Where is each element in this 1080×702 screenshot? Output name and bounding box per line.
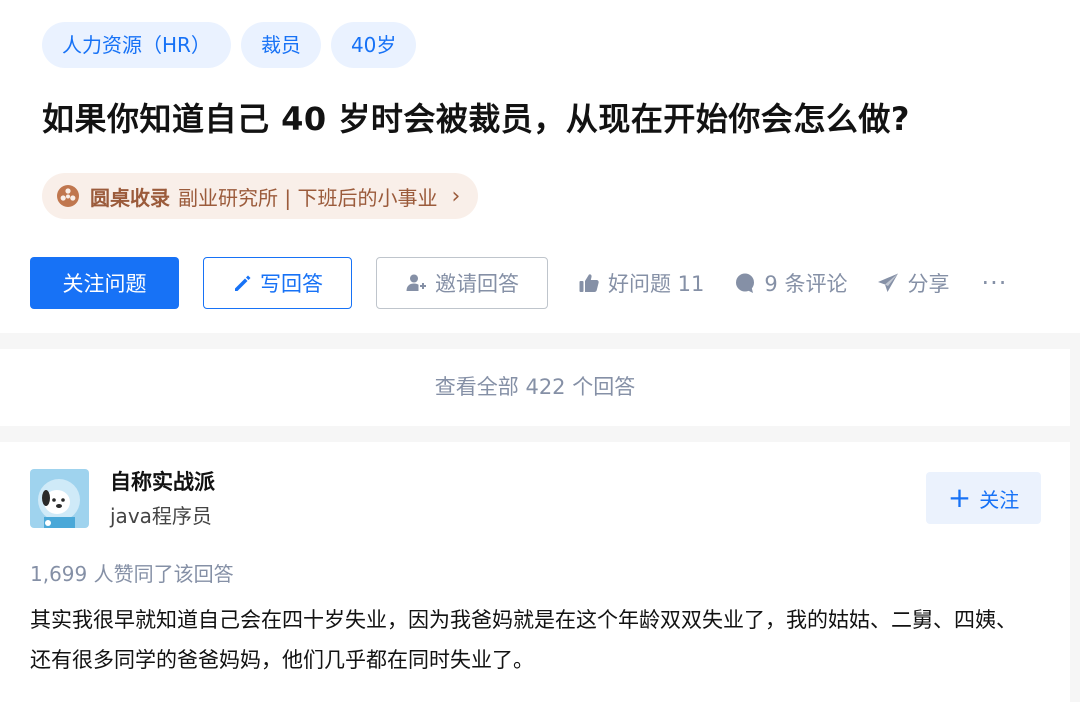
roundtable-icon	[57, 185, 79, 207]
view-all-card: 查看全部 422 个回答	[0, 349, 1070, 426]
follow-question-label: 关注问题	[62, 272, 147, 296]
topic-tags: 人力资源（HR） 裁员 40岁	[42, 22, 417, 68]
comments-label: 9 条评论	[764, 272, 848, 296]
more-options-button[interactable]: ···	[981, 269, 1007, 297]
good-question-label: 好问题 11	[608, 272, 705, 296]
view-all-answers-link[interactable]: 查看全部 422 个回答	[0, 349, 1070, 426]
question-actions: 关注问题 写回答 邀请回答 好问题 11 9 条评论 分享 ···	[30, 257, 1007, 309]
invite-answer-label: 邀请回答	[435, 272, 519, 296]
add-user-icon	[406, 274, 426, 291]
share-button[interactable]: 分享	[877, 268, 949, 298]
answer-content: 其实我很早就知道自己会在四十岁失业，因为我爸妈就是在这个年龄双双失业了，我的姑姑…	[30, 608, 1017, 672]
share-label: 分享	[907, 272, 950, 296]
write-answer-label: 写回答	[260, 272, 323, 296]
follow-author-label: 关注	[979, 487, 1020, 512]
comment-icon	[736, 273, 755, 293]
topic-tag-layoff[interactable]: 裁员	[240, 22, 321, 68]
good-question-button[interactable]: 好问题 11	[578, 268, 704, 298]
comments-button[interactable]: 9 条评论	[734, 268, 847, 298]
author-bio: java程序员	[110, 504, 212, 528]
follow-question-button[interactable]: 关注问题	[30, 257, 179, 309]
vote-count: 1,699 人赞同了该回答	[30, 562, 234, 586]
question-title: 如果你知道自己 40 岁时会被裁员，从现在开始你会怎么做?	[42, 100, 910, 138]
plus-icon: +	[947, 481, 972, 514]
avatar-image	[30, 469, 89, 528]
follow-author-button[interactable]: + 关注	[926, 472, 1041, 524]
paper-plane-icon	[878, 273, 899, 292]
author-name[interactable]: 自称实战派	[110, 466, 215, 496]
write-answer-button[interactable]: 写回答	[203, 257, 352, 309]
thumbs-up-icon	[579, 274, 599, 292]
avatar[interactable]	[30, 469, 89, 528]
topic-tag-hr[interactable]: 人力资源（HR）	[42, 22, 231, 68]
pencil-icon	[235, 275, 251, 291]
roundtable-link[interactable]: 圆桌收录 副业研究所 | 下班后的小事业 ›	[42, 173, 479, 219]
topic-tag-40[interactable]: 40岁	[330, 22, 417, 68]
question-card: 人力资源（HR） 裁员 40岁 如果你知道自己 40 岁时会被裁员，从现在开始你…	[0, 0, 1080, 333]
invite-answer-button[interactable]: 邀请回答	[376, 257, 548, 309]
roundtable-label: 圆桌收录	[90, 185, 170, 210]
chevron-right-icon: ›	[451, 183, 461, 209]
roundtable-name: 副业研究所 | 下班后的小事业	[178, 185, 438, 210]
